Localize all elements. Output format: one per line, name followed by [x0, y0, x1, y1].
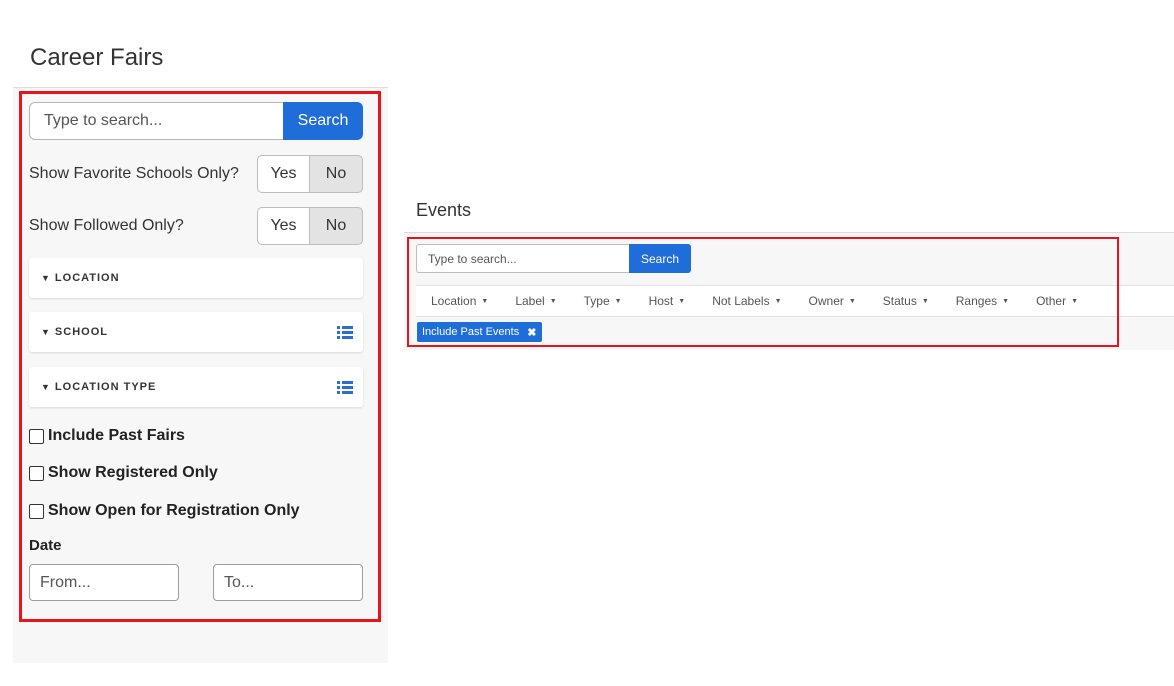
highlight-box-left	[19, 91, 381, 622]
events-title: Events	[416, 200, 472, 220]
highlight-box-right	[407, 237, 1119, 347]
career-fairs-title: Career Fairs	[30, 44, 164, 71]
